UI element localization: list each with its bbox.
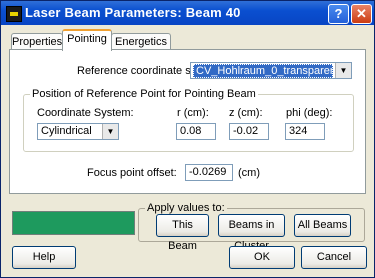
phi-input[interactable]: 324 — [285, 123, 325, 140]
help-button[interactable]: Help — [12, 246, 76, 269]
ok-button[interactable]: OK — [229, 246, 295, 269]
reference-system-value: CV_Hohlraum_0_transparent_LEH_1 — [193, 64, 333, 78]
title-bar[interactable]: Laser Beam Parameters: Beam 40 ? ✕ — [1, 1, 374, 25]
coordinate-system-label: Coordinate System: — [37, 107, 134, 119]
chevron-down-icon[interactable]: ▼ — [102, 124, 118, 139]
dialog-window: Laser Beam Parameters: Beam 40 ? ✕ Prope… — [0, 0, 375, 278]
reference-system-dropdown[interactable]: CV_Hohlraum_0_transparent_LEH_1 ▼ — [190, 62, 352, 79]
app-icon — [6, 6, 22, 22]
cancel-button[interactable]: Cancel — [301, 246, 367, 269]
apply-group-title: Apply values to: — [145, 202, 227, 214]
this-beam-button[interactable]: This Beam — [156, 214, 209, 252]
tab-pointing[interactable]: Pointing — [62, 29, 112, 51]
position-group-title: Position of Reference Point for Pointing… — [30, 88, 258, 100]
close-button[interactable]: ✕ — [351, 4, 372, 24]
window-title: Laser Beam Parameters: Beam 40 — [25, 5, 241, 20]
beam-status-color — [12, 211, 135, 235]
beams-in-cluster-button[interactable]: Beams in Cluster — [218, 214, 285, 252]
chevron-down-icon[interactable]: ▼ — [335, 63, 351, 78]
coordinate-system-value: Cylindrical — [41, 125, 92, 137]
coordinate-system-dropdown[interactable]: Cylindrical ▼ — [37, 123, 119, 140]
z-input[interactable]: -0.02 — [229, 123, 269, 140]
focus-offset-input[interactable]: -0.0269 — [185, 164, 233, 181]
help-title-button[interactable]: ? — [328, 4, 349, 24]
focus-offset-unit: (cm) — [238, 167, 260, 179]
r-input[interactable]: 0.08 — [176, 123, 216, 140]
focus-offset-label: Focus point offset: — [87, 167, 177, 179]
r-label: r (cm): — [177, 107, 209, 119]
phi-label: phi (deg): — [286, 107, 333, 119]
all-beams-button[interactable]: All Beams — [294, 214, 351, 237]
z-label: z (cm): — [229, 107, 263, 119]
